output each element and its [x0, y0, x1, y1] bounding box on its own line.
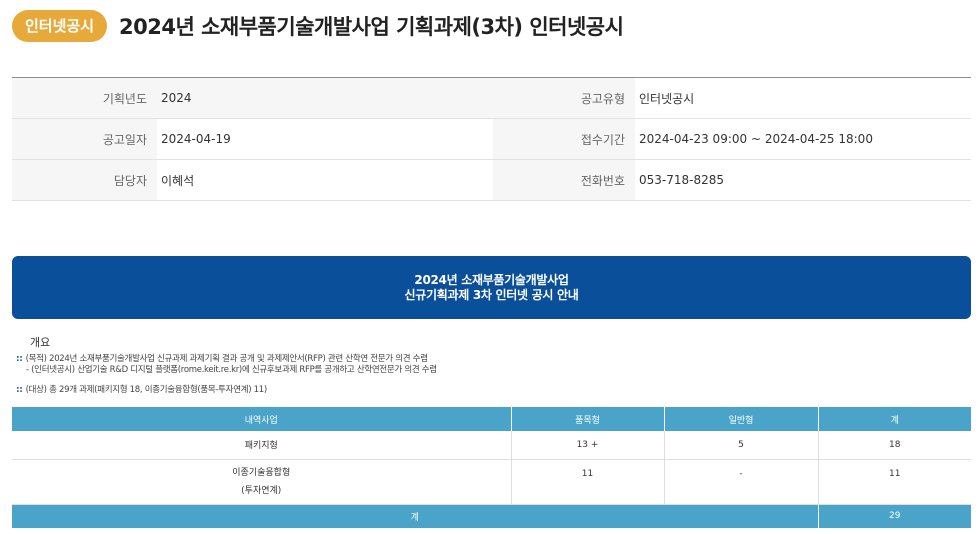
manager-label: 담당자 [12, 159, 157, 201]
date-label: 공고일자 [12, 118, 157, 160]
overview-note-target: :: (대상) 총 29개 과제(패키지형 18, 이종기술융합형(품목-투자연계… [16, 385, 267, 396]
table-row: 패키지형 13 + 5 18 [12, 431, 971, 460]
info-row: 담당자 이혜석 전화번호 053-718-8285 [12, 159, 971, 201]
project-table: 내역사업 품목형 일반형 계 패키지형 13 + 5 18 이종기술융합형 (투… [12, 407, 971, 528]
header-general-type: 일반형 [664, 407, 819, 431]
bullet-icon: :: [16, 385, 23, 395]
year-label: 기획년도 [12, 77, 157, 119]
row-name: 이종기술융합형 [232, 467, 291, 478]
row-sum: 11 [818, 459, 971, 505]
manager-value: 이혜석 [157, 159, 493, 201]
phone-value: 053-718-8285 [635, 159, 971, 201]
banner-line-2: 신규기획과제 3차 인터넷 공시 안내 [404, 288, 579, 302]
banner-line-1: 2024년 소재부품기술개발사업 [414, 273, 569, 287]
table-row: 이종기술융합형 (투자연계) 11 - 11 [12, 459, 971, 505]
date-value: 2024-04-19 [157, 118, 493, 160]
overview-title: 개요 [30, 336, 51, 349]
overview-note-internet: - (인터넷공시) 산업기술 R&D 디지털 플랫폼(rome.keit.re.… [26, 365, 437, 375]
note-text: (목적) 2024년 소재부품기술개발사업 신규과제 과제기획 결과 공개 및 … [25, 354, 428, 364]
period-label: 접수기간 [493, 118, 635, 160]
phone-label: 전화번호 [493, 159, 635, 201]
row-general-count: - [664, 459, 819, 505]
info-row: 공고일자 2024-04-19 접수기간 2024-04-23 09:00 ~ … [12, 118, 971, 160]
row-sum: 18 [818, 431, 971, 460]
info-row: 기획년도 2024 공고유형 인터넷공시 [12, 77, 971, 119]
period-value: 2024-04-23 09:00 ~ 2024-04-25 18:00 [635, 118, 971, 160]
announcement-banner: 2024년 소재부품기술개발사업 신규기획과제 3차 인터넷 공시 안내 [12, 256, 971, 319]
row-name-sub: (투자연계) [241, 485, 282, 496]
info-table: 기획년도 2024 공고유형 인터넷공시 공고일자 2024-04-19 접수기… [12, 77, 971, 201]
header-item-type: 품목형 [511, 407, 665, 431]
total-value: 29 [818, 504, 971, 528]
header-program: 내역사업 [12, 407, 512, 431]
type-label: 공고유형 [493, 77, 635, 119]
header-sum: 계 [818, 407, 971, 431]
note-text: (대상) 총 29개 과제(패키지형 18, 이종기술융합형(품목-투자연계) … [25, 385, 268, 395]
page-header: 인터넷공시 2024년 소재부품기술개발사업 기획과제(3차) 인터넷공시 [12, 8, 624, 44]
page-title: 2024년 소재부품기술개발사업 기획과제(3차) 인터넷공시 [119, 15, 624, 39]
row-name: 패키지형 [12, 431, 512, 460]
row-general-count: 5 [664, 431, 819, 460]
total-label: 계 [12, 504, 819, 528]
table-total-row: 계 29 [12, 504, 971, 528]
table-header-row: 내역사업 품목형 일반형 계 [12, 407, 971, 431]
row-name-cell: 이종기술융합형 (투자연계) [12, 459, 512, 505]
type-value: 인터넷공시 [635, 77, 971, 119]
bullet-icon: :: [16, 354, 23, 364]
row-item-count: 11 [511, 459, 665, 505]
row-item-count: 13 + [511, 431, 665, 460]
overview-note-purpose: :: (목적) 2024년 소재부품기술개발사업 신규과제 과제기획 결과 공개 … [16, 354, 428, 365]
category-badge: 인터넷공시 [12, 10, 108, 42]
year-value: 2024 [157, 77, 493, 119]
